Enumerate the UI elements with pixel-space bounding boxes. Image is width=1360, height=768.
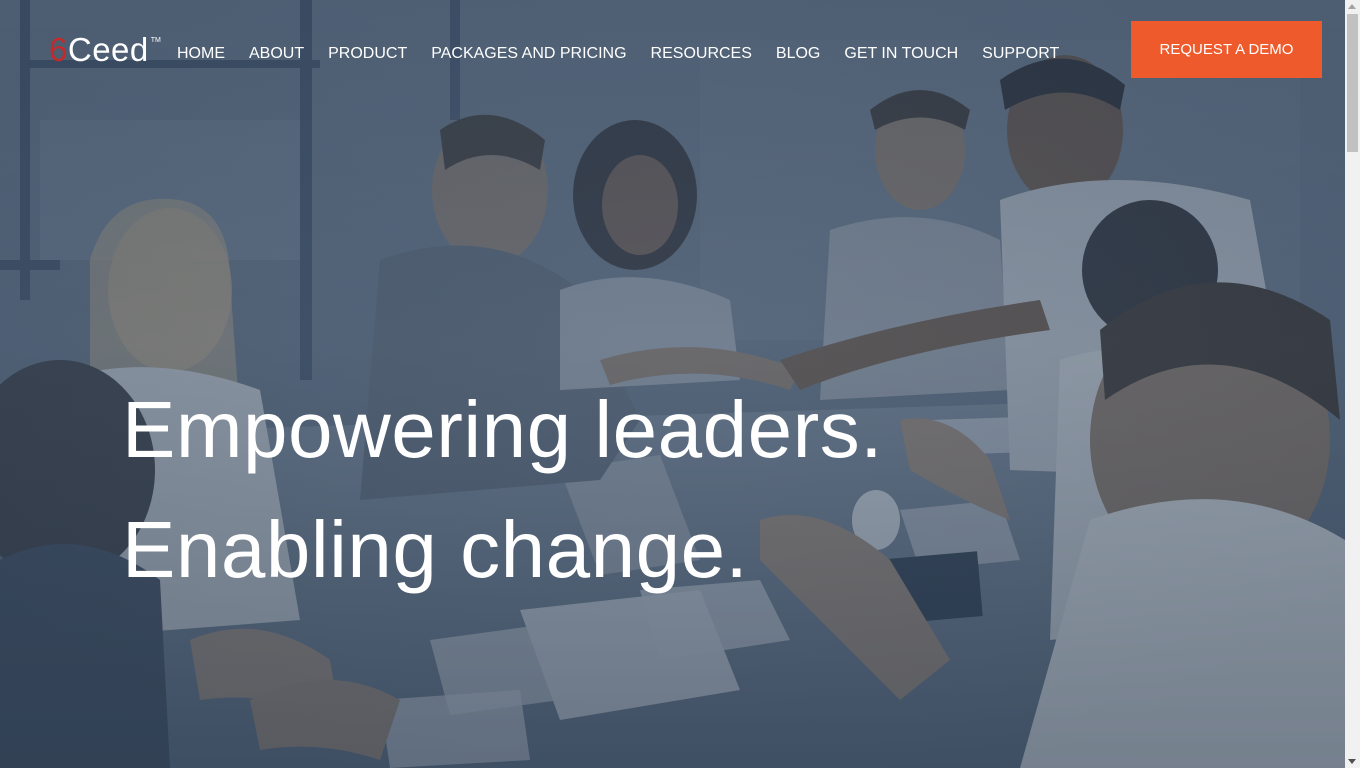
nav-item-packages-and-pricing[interactable]: PACKAGES AND PRICING [431, 43, 626, 65]
nav-item-support[interactable]: SUPPORT [982, 43, 1059, 65]
nav-item-get-in-touch[interactable]: GET IN TOUCH [844, 43, 958, 65]
nav-item-home[interactable]: HOME [177, 43, 225, 65]
request-demo-button[interactable]: REQUEST A DEMO [1131, 21, 1322, 78]
page: 6 Ceed TM HOME ABOUT PRODUCT PACKAGES AN… [0, 0, 1360, 768]
hero-section: 6 Ceed TM HOME ABOUT PRODUCT PACKAGES AN… [0, 0, 1345, 768]
logo-trademark: TM [150, 37, 161, 44]
page-scrollbar[interactable] [1345, 0, 1360, 768]
nav-item-about[interactable]: ABOUT [249, 43, 304, 65]
hero-headline-line-1: Empowering leaders. [122, 385, 883, 474]
scroll-up-arrow-icon[interactable] [1348, 4, 1356, 9]
nav-item-product[interactable]: PRODUCT [328, 43, 407, 65]
brand-logo[interactable]: 6 Ceed TM [49, 30, 161, 70]
main-navigation: HOME ABOUT PRODUCT PACKAGES AND PRICING … [177, 43, 1059, 65]
logo-six-glyph: 6 [49, 31, 68, 68]
hero-headline-line-2: Enabling change. [122, 505, 749, 594]
nav-item-resources[interactable]: RESOURCES [651, 43, 752, 65]
hero-headline: Empowering leaders. Enabling change. [122, 370, 883, 610]
scroll-down-arrow-icon[interactable] [1348, 759, 1356, 764]
scrollbar-thumb[interactable] [1347, 14, 1358, 152]
logo-name: Ceed [67, 31, 149, 68]
nav-item-blog[interactable]: BLOG [776, 43, 820, 65]
